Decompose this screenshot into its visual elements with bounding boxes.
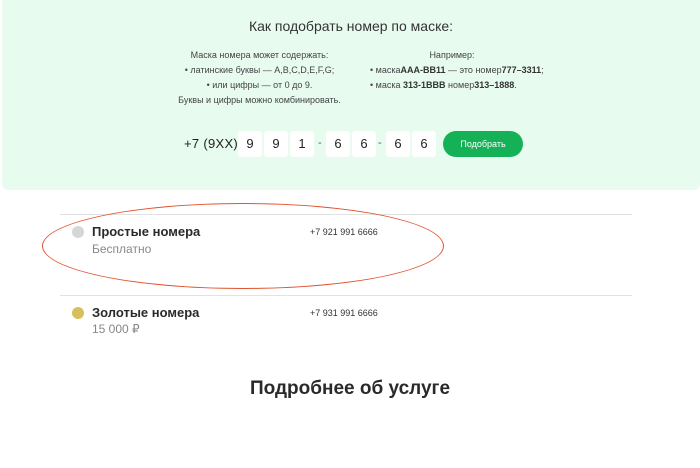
mask-digit-input[interactable]: 9 <box>264 131 288 157</box>
mask-rule-item: или цифры — от 0 до 9. <box>167 78 352 93</box>
mask-digit-input[interactable]: 6 <box>352 131 376 157</box>
category-name: Золотые номера <box>92 305 200 320</box>
mask-rule-item: латинские буквы — A,B,C,D,E,F,G; <box>167 63 352 78</box>
category-dot-icon <box>72 307 84 319</box>
mask-separator: - <box>318 137 322 149</box>
row-divider <box>60 295 632 296</box>
mask-digit-input[interactable]: 6 <box>326 131 350 157</box>
annotation-ellipse <box>42 203 444 289</box>
mask-example-item: маскаAAA-BB11 — это номер777–3311; <box>362 63 562 78</box>
mask-title: Как подобрать номер по маске: <box>248 18 454 34</box>
section-heading: Подробнее об услуге <box>249 378 451 399</box>
phone-prefix: +7 (9XX) <box>184 136 239 151</box>
mask-digit-input[interactable]: 6 <box>412 131 436 157</box>
pick-number-button[interactable]: Подобрать <box>443 131 523 157</box>
mask-rules-heading: Маска номера может содержать: <box>190 50 329 60</box>
category-example-number[interactable]: +7 931 991 6666 <box>310 308 378 318</box>
mask-examples: Например: маскаAAA-BB11 — это номер777–3… <box>362 48 562 93</box>
mask-rules: Маска номера может содержать: латинские … <box>167 48 352 108</box>
category-price: 15 000 ₽ <box>92 322 140 336</box>
mask-example-item: маска 313-1BBB номер313–1888. <box>362 78 562 93</box>
mask-digit-input[interactable]: 1 <box>290 131 314 157</box>
mask-separator: - <box>378 137 382 149</box>
mask-digit-input[interactable]: 9 <box>238 131 262 157</box>
mask-rules-footer: Буквы и цифры можно комбинировать. <box>178 95 341 105</box>
mask-help-panel: Как подобрать номер по маске: Маска номе… <box>2 0 700 190</box>
mask-digit-input[interactable]: 6 <box>386 131 410 157</box>
mask-examples-heading: Например: <box>429 50 475 60</box>
